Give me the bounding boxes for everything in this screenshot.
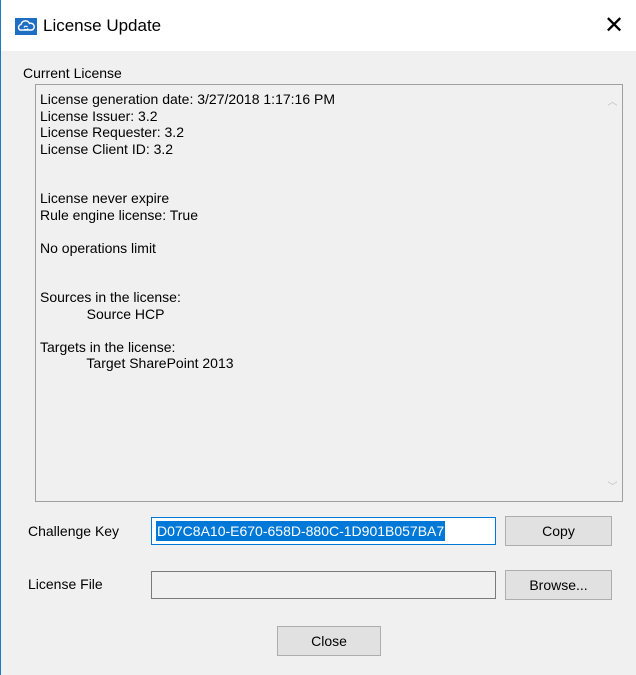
license-details-text: License generation date: 3/27/2018 1:17:…: [40, 92, 600, 373]
close-button[interactable]: Close: [277, 626, 381, 656]
license-line: License Client ID: 3.2: [40, 140, 174, 157]
license-file-label: License File: [28, 576, 103, 592]
license-line: [40, 158, 600, 175]
scroll-up-icon[interactable]: ︿: [604, 92, 621, 109]
scroll-down-icon[interactable]: ﹀: [604, 477, 621, 494]
close-window-button[interactable]: ✕: [591, 0, 636, 51]
license-line: [40, 175, 600, 192]
license-line: Source HCP: [40, 305, 165, 322]
license-line: Target SharePoint 2013: [40, 355, 234, 371]
license-line: [40, 274, 600, 291]
license-line: Sources in the license:: [40, 289, 181, 305]
license-file-field[interactable]: [151, 571, 496, 599]
license-line: No operations limit: [40, 239, 156, 256]
license-line: [40, 323, 600, 340]
challenge-key-field[interactable]: D07C8A10-E670-658D-880C-1D901B057BA7: [151, 517, 496, 545]
current-license-textbox[interactable]: License generation date: 3/27/2018 1:17:…: [35, 84, 623, 502]
challenge-key-label: Challenge Key: [28, 523, 120, 539]
license-line: License Requester: 3.2: [40, 124, 184, 140]
license-line: Targets in the license:: [40, 338, 176, 355]
browse-button[interactable]: Browse...: [505, 570, 612, 600]
challenge-key-value: D07C8A10-E670-658D-880C-1D901B057BA7: [156, 521, 446, 541]
close-icon: ✕: [603, 12, 625, 39]
license-line: Rule engine license: True: [40, 206, 198, 223]
license-line: [40, 257, 600, 274]
license-line: License Issuer: 3.2: [40, 107, 158, 124]
vertical-scrollbar[interactable]: ︿ ﹀: [604, 86, 621, 500]
license-line: License generation date: 3/27/2018 1:17:…: [40, 91, 335, 107]
license-line: License never expire: [40, 190, 170, 206]
license-line: [40, 224, 600, 241]
cloud-sync-icon: [15, 18, 37, 35]
current-license-label: Current License: [23, 65, 122, 81]
copy-button[interactable]: Copy: [505, 516, 612, 546]
title-bar: License Update ✕: [1, 0, 636, 51]
license-update-dialog: License Update ✕ Current License License…: [0, 0, 636, 675]
window-title: License Update: [43, 16, 162, 35]
